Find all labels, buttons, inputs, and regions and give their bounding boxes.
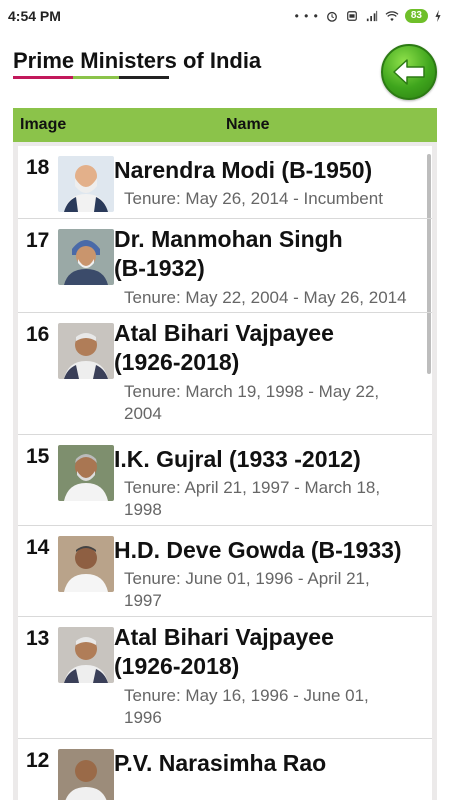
- pm-photo: [58, 156, 114, 212]
- column-header-name: Name: [226, 116, 270, 133]
- pm-name: H.D. Deve Gowda (B-1933): [114, 537, 402, 563]
- pm-photo: [58, 445, 114, 501]
- list-item[interactable]: 17 Dr. Manmohan Singh (B-1932) Tenure: M…: [18, 219, 432, 313]
- list-item[interactable]: 13 Atal Bihari Vajpayee (1926-2018) Tenu…: [18, 617, 432, 739]
- pm-list[interactable]: 18 Narendra Modi (B-1950) Tenure: May 26…: [18, 146, 432, 800]
- pm-name-line2: (1926-2018): [114, 653, 240, 679]
- list-item[interactable]: 16 Atal Bihari Vajpayee (1926-2018) Tenu…: [18, 313, 432, 435]
- status-icons: • • • 83: [295, 9, 442, 23]
- charging-icon: [435, 10, 441, 22]
- pm-photo: [58, 229, 114, 285]
- pm-name: I.K. Gujral (1933 -2012): [114, 446, 361, 472]
- pm-name: P.V. Narasimha Rao: [114, 750, 327, 776]
- wifi-icon: [385, 11, 399, 22]
- pm-photo: [58, 323, 114, 379]
- pm-tenure: Tenure: June 01, 1996 - April 21,: [124, 569, 370, 588]
- row-number: 16: [26, 323, 50, 346]
- pm-name-line2: (1926-2018): [114, 349, 240, 375]
- pm-list-frame: 18 Narendra Modi (B-1950) Tenure: May 26…: [13, 142, 437, 800]
- row-number: 17: [26, 229, 50, 252]
- pm-name: Atal Bihari Vajpayee: [114, 624, 334, 650]
- pm-tenure-line2: 1997: [124, 591, 162, 610]
- pm-name: Dr. Manmohan Singh: [114, 226, 343, 252]
- pm-photo: [58, 536, 114, 592]
- arrow-left-icon: [393, 59, 425, 85]
- row-number: 15: [26, 445, 50, 468]
- alarm-icon: [326, 11, 337, 22]
- back-button[interactable]: [381, 44, 437, 100]
- row-number: 18: [26, 156, 50, 179]
- row-number: 12: [26, 749, 50, 772]
- app-header: Prime Ministers of India: [0, 32, 450, 104]
- column-header-image: Image: [20, 116, 67, 133]
- battery-indicator: 83: [404, 9, 428, 23]
- sim-icon: [346, 11, 357, 21]
- status-time: 4:54 PM: [8, 8, 61, 24]
- list-item[interactable]: 15 I.K. Gujral (1933 -2012) Tenure: Apri…: [18, 435, 432, 526]
- status-bar: 4:54 PM • • • 83: [0, 0, 450, 32]
- pm-photo: [58, 749, 114, 800]
- signal-icon: [366, 10, 378, 22]
- title-underline: [13, 76, 169, 79]
- pm-tenure: Tenure: March 19, 1998 - May 22,: [124, 382, 380, 401]
- pm-tenure-line2: 1998: [124, 500, 162, 519]
- list-item[interactable]: 14 H.D. Deve Gowda (B-1933) Tenure: June…: [18, 526, 432, 617]
- notification-dots: • • •: [294, 9, 319, 23]
- pm-tenure: Tenure: May 26, 2014 - Incumbent: [124, 189, 383, 208]
- pm-name: Atal Bihari Vajpayee: [114, 320, 334, 346]
- pm-tenure-line2: 1996: [124, 708, 162, 727]
- pm-name: Narendra Modi (B-1950): [114, 157, 373, 183]
- pm-tenure-line2: 2004: [124, 404, 162, 423]
- pm-tenure: Tenure: May 16, 1996 - June 01,: [124, 686, 369, 705]
- page-title: Prime Ministers of India: [13, 48, 262, 73]
- pm-tenure: Tenure: May 22, 2004 - May 26, 2014: [124, 288, 407, 307]
- pm-name-line2: (B-1932): [114, 255, 205, 281]
- pm-tenure: Tenure: April 21, 1997 - March 18,: [124, 478, 381, 497]
- table-header: Image Name: [13, 108, 437, 142]
- row-number: 13: [26, 627, 50, 650]
- pm-photo: [58, 627, 114, 683]
- list-item[interactable]: 12 P.V. Narasimha Rao: [18, 739, 432, 800]
- list-item[interactable]: 18 Narendra Modi (B-1950) Tenure: May 26…: [18, 146, 432, 219]
- row-number: 14: [26, 536, 50, 559]
